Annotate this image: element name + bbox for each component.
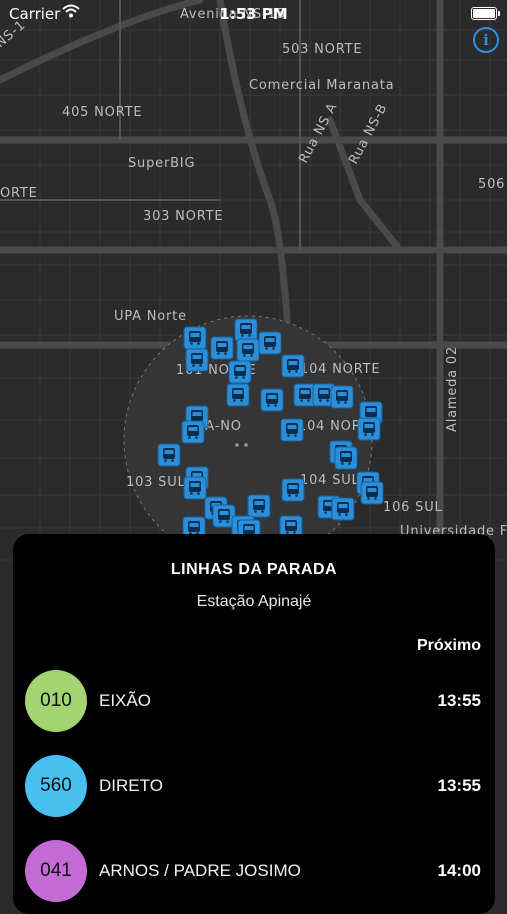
bus-stop-marker[interactable] — [181, 420, 205, 444]
bus-stop-marker[interactable] — [280, 418, 304, 442]
bus-stop-marker[interactable] — [330, 385, 354, 409]
info-button[interactable]: i — [473, 27, 499, 53]
map-label: 506 — [478, 177, 505, 192]
line-name: DIRETO — [99, 776, 163, 795]
line-number-badge: 560 — [25, 755, 87, 817]
battery-icon — [471, 7, 500, 20]
bus-stop-marker[interactable] — [281, 478, 305, 502]
map-label: UPA Norte — [114, 309, 187, 324]
map-label: 303 NORTE — [143, 209, 223, 224]
next-departure-time: 13:55 — [437, 776, 481, 795]
bus-stop-marker[interactable] — [157, 443, 181, 467]
bus-stop-marker[interactable] — [260, 388, 284, 412]
map-label: 104 SUL — [300, 473, 360, 488]
bus-stop-marker[interactable] — [258, 331, 282, 355]
sheet-title: LINHAS DA PARADA — [170, 561, 338, 578]
map-label: ORTE — [0, 186, 38, 201]
bus-stop-marker[interactable] — [281, 354, 305, 378]
status-bar: Carrier 1:53 PM — [0, 0, 507, 28]
line-number-badge: 041 — [25, 840, 87, 902]
bus-stop-marker[interactable] — [226, 383, 250, 407]
bus-stop-marker[interactable] — [234, 318, 258, 342]
bus-stop-marker[interactable] — [210, 336, 234, 360]
map-label: 104 NORTE — [300, 362, 380, 377]
next-column-header: Próximo — [416, 637, 481, 654]
map-label: SuperBIG — [128, 156, 195, 171]
map-label: 503 NORTE — [282, 42, 362, 57]
next-departure-time: 14:00 — [437, 861, 481, 880]
bus-stop-marker[interactable] — [236, 338, 260, 362]
bus-stop-marker[interactable] — [183, 476, 207, 500]
line-name: EIXÃO — [99, 691, 151, 710]
line-name: ARNOS / PADRE JOSIMO — [99, 861, 301, 880]
map-label: 103 SUL — [126, 475, 186, 490]
stop-lines-sheet: LINHAS DA PARADA Estação Apinajé Próximo… — [13, 534, 495, 914]
bus-stop-marker[interactable] — [228, 360, 252, 384]
bus-stop-marker[interactable] — [334, 446, 358, 470]
stop-name: Estação Apinajé — [196, 593, 312, 610]
clock: 1:53 PM — [219, 5, 288, 23]
line-row[interactable]: 010 EIXÃO 13:55 — [13, 670, 495, 740]
map-label: 405 NORTE — [62, 105, 142, 120]
map-label: 106 SUL — [383, 500, 443, 515]
bus-stop-marker[interactable] — [247, 494, 271, 518]
map-label: Alameda 02 — [445, 346, 460, 432]
next-departure-time: 13:55 — [437, 691, 481, 710]
bus-stop-marker[interactable] — [185, 348, 209, 372]
line-row[interactable]: 560 DIRETO 13:55 — [13, 755, 495, 825]
map-label: Comercial Maranata — [249, 78, 394, 93]
bus-stop-marker[interactable] — [331, 497, 355, 521]
bus-stop-marker[interactable] — [360, 481, 384, 505]
bus-stop-marker[interactable] — [183, 326, 207, 350]
line-number-badge: 010 — [25, 670, 87, 732]
bus-stop-marker[interactable] — [357, 417, 381, 441]
